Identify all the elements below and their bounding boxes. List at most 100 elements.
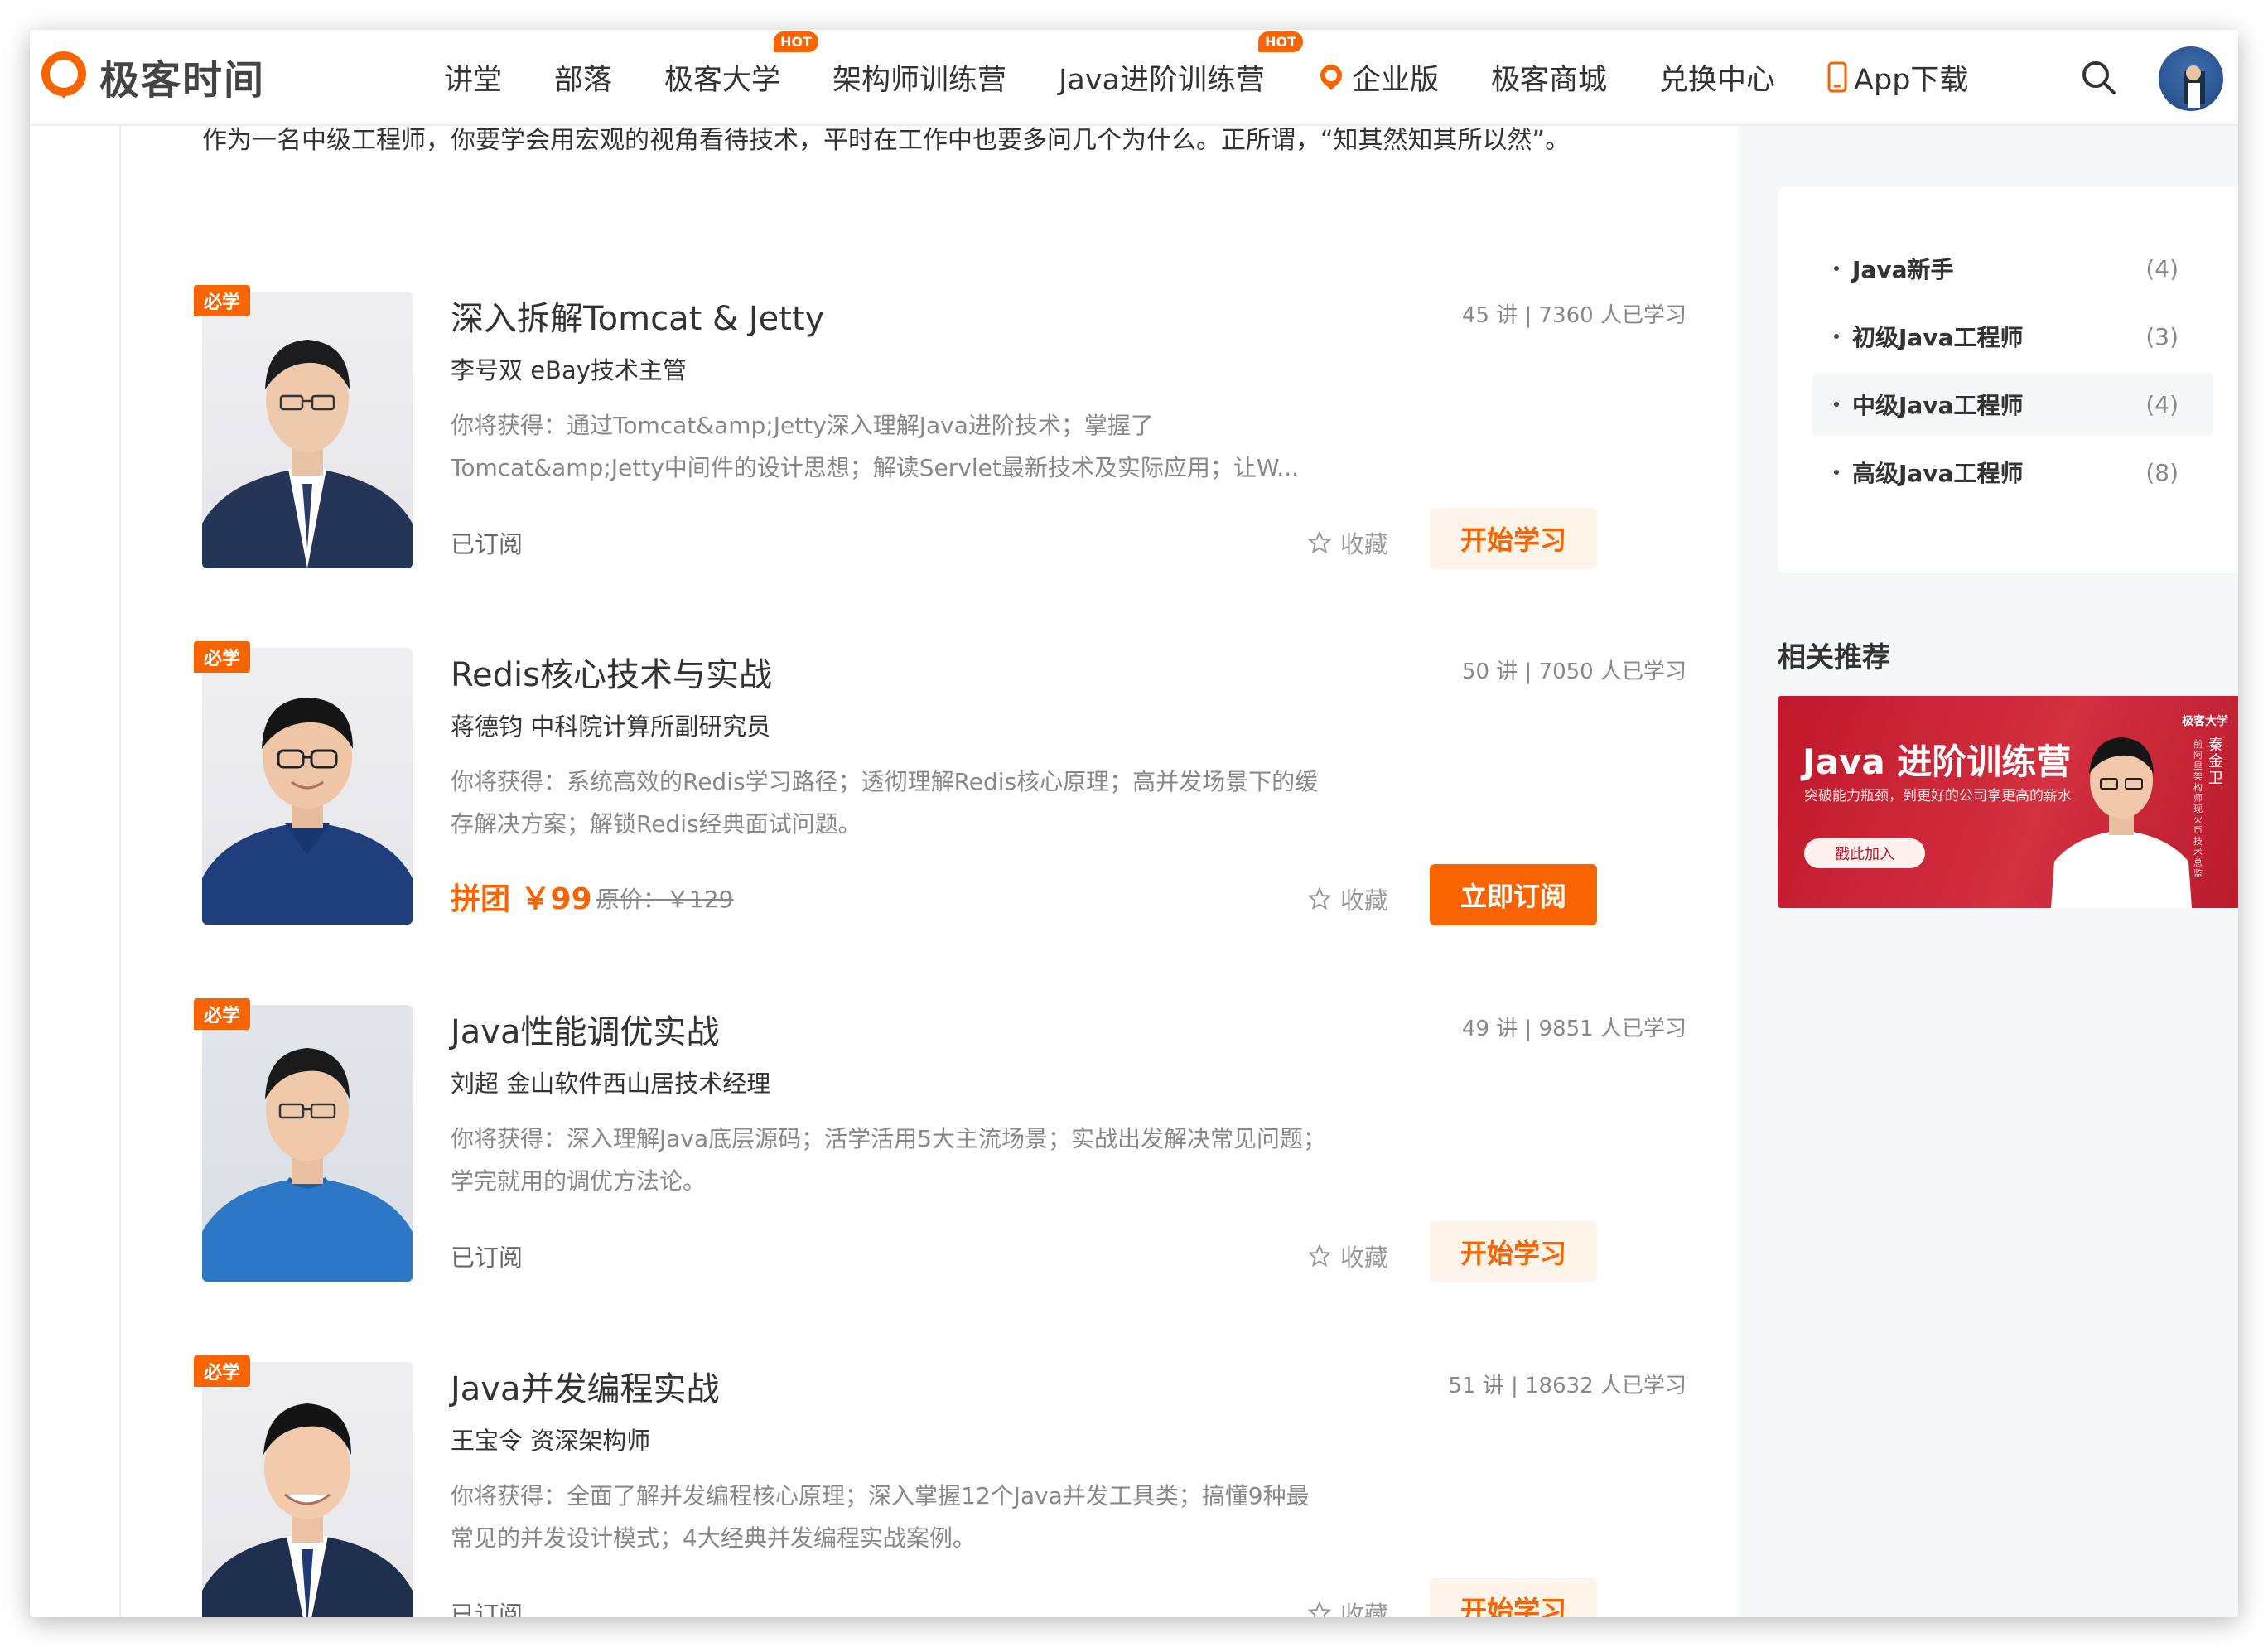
course-meta: 50 讲 | 7050 人已学习 [1461, 659, 1687, 684]
course-title[interactable]: Java性能调优实战 [451, 1005, 720, 1053]
nav-item-architect-camp[interactable]: 架构师训练营 [832, 56, 1006, 99]
banner-title: Java 进阶训练营 [1802, 741, 2072, 782]
start-learning-button[interactable]: 开始学习 [1430, 1221, 1597, 1282]
nav-item-lecture[interactable]: 讲堂 [444, 56, 502, 99]
course-card[interactable]: 必学 Java性能调优实战 49 讲 | 9851 人已学习 刘超 金山软件西山… [194, 998, 1710, 1283]
course-author: 蒋德钧 中科院计算所副研究员 [451, 712, 771, 741]
nav-item-tribe[interactable]: 部落 [554, 56, 612, 99]
nav-label: 极客大学 [664, 63, 781, 97]
top-nav-bar: 极客时间 讲堂 部落 极客大学 HOT 架构师训练营 Java进阶训练营 HOT 企… [30, 30, 2238, 126]
course-description: 你将获得：全面了解并发编程核心原理；深入掌握12个Java并发工具类；搞懂9种最… [451, 1482, 1310, 1552]
category-item-junior-java[interactable]: 初级Java工程师 (3) [1812, 305, 2213, 368]
start-learning-button[interactable]: 开始学习 [1430, 508, 1597, 569]
nav-item-university[interactable]: 极客大学 HOT [664, 31, 819, 99]
course-description: 你将获得：深入理解Java底层源码；活学活用5大主流场景；实战出发解决常见问题；… [451, 1125, 1326, 1195]
star-icon [1307, 1244, 1332, 1268]
start-learning-button[interactable]: 开始学习 [1430, 1578, 1597, 1617]
bullet-dot [1834, 266, 1839, 271]
course-card[interactable]: 必学 Redis核心技术与实战 50 讲 | 7050 人已学习 蒋德钧 中科院… [194, 641, 1710, 926]
instructor-photo [202, 698, 413, 925]
star-icon [1307, 1601, 1332, 1617]
subscription-status: 已订阅 [451, 1601, 524, 1617]
category-item-java-beginner[interactable]: Java新手 (4) [1812, 237, 2213, 300]
group-price: 拼团 ￥99 [451, 882, 592, 916]
category-label: 中级Java工程师 [1852, 392, 2024, 419]
course-cover[interactable] [202, 648, 413, 925]
subscription-status: 已订阅 [451, 530, 524, 558]
original-price: 原价：￥129 [596, 886, 734, 913]
search-icon[interactable] [2079, 58, 2119, 98]
nav-item-app-download[interactable]: App下载 [1827, 56, 1968, 99]
star-icon [1307, 886, 1332, 910]
course-title[interactable]: 深入拆解Tomcat & Jetty [451, 292, 824, 340]
right-sidebar: Java新手 (4) 初级Java工程师 (3) 中级Java工程师 (4) 高… [1738, 124, 2238, 1617]
favorite-label: 收藏 [1340, 886, 1389, 915]
banner-teacher-photo [2051, 737, 2192, 908]
category-count: (8) [2145, 458, 2179, 486]
course-card[interactable]: 必学 Java并发编程实战 51 讲 | 18632 人已学习 王宝令 资深架构… [194, 1355, 1710, 1617]
nav-label: 讲堂 [444, 63, 503, 97]
logo-icon [38, 51, 89, 102]
browser-page: 极客时间 讲堂 部落 极客大学 HOT 架构师训练营 Java进阶训练营 HOT 企… [30, 30, 2238, 1617]
course-title[interactable]: Redis核心技术与实战 [451, 648, 772, 696]
must-learn-badge: 必学 [194, 285, 251, 316]
course-cover[interactable] [202, 1005, 413, 1282]
instructor-photo [202, 1048, 413, 1282]
star-icon [1307, 530, 1332, 554]
category-card: Java新手 (4) 初级Java工程师 (3) 中级Java工程师 (4) 高… [1778, 187, 2238, 573]
nav-label: Java进阶训练营 [1059, 63, 1265, 97]
favorite-label: 收藏 [1340, 1601, 1389, 1617]
related-title: 相关推荐 [1778, 641, 1890, 674]
category-label: 初级Java工程师 [1852, 324, 2024, 351]
bullet-dot [1834, 334, 1839, 339]
phone-icon [1827, 61, 1847, 93]
course-author: 李号双 eBay技术主管 [451, 356, 687, 384]
course-description: 你将获得：通过Tomcat&amp;Jetty深入理解Java进阶技术；掌握了T… [451, 412, 1300, 481]
bullet-dot [1834, 402, 1839, 407]
nav-item-store[interactable]: 极客商城 [1491, 56, 1607, 99]
instructor-photo [202, 1403, 413, 1617]
must-learn-badge: 必学 [194, 641, 251, 673]
nav-label: 兑换中心 [1659, 63, 1776, 97]
course-list-column: 作为一名中级工程师，你要学会用宏观的视角看待技术，平时在工作中也要多问几个为什么… [119, 124, 1740, 1617]
banner-join-button[interactable]: 戳此加入 [1804, 838, 1925, 868]
main-nav: 讲堂 部落 极客大学 HOT 架构师训练营 Java进阶训练营 HOT 企业版 极客… [444, 30, 2020, 124]
subscribe-now-button[interactable]: 立即订阅 [1430, 864, 1597, 925]
favorite-button[interactable]: 收藏 [1307, 1596, 1388, 1617]
course-card[interactable]: 必学 深入拆解Tomcat & Jetty 45 讲 | 7360 人已学习 李… [194, 285, 1710, 570]
promo-banner[interactable]: Java 进阶训练营 突破能力瓶颈，到更好的公司拿更高的薪水 戳此加入 极客大学… [1778, 696, 2238, 908]
category-item-senior-java[interactable]: 高级Java工程师 (8) [1812, 441, 2213, 504]
favorite-button[interactable]: 收藏 [1307, 1239, 1388, 1273]
banner-teacher-name: 秦金卫 [2208, 737, 2223, 787]
nav-item-enterprise[interactable]: 企业版 [1317, 56, 1439, 99]
nav-item-java-camp[interactable]: Java进阶训练营 HOT [1059, 31, 1303, 99]
must-learn-badge: 必学 [194, 1355, 251, 1387]
category-count: (4) [2145, 254, 2179, 283]
course-cover[interactable] [202, 292, 413, 568]
category-label: 高级Java工程师 [1852, 460, 2024, 487]
course-meta: 45 讲 | 7360 人已学习 [1461, 303, 1687, 328]
nav-item-redeem[interactable]: 兑换中心 [1659, 56, 1775, 99]
logo-text: 极客时间 [99, 57, 266, 104]
category-count: (4) [2145, 390, 2179, 418]
nav-label: 部落 [554, 63, 613, 97]
favorite-button[interactable]: 收藏 [1307, 881, 1388, 916]
nav-label: 架构师训练营 [832, 63, 1007, 97]
enterprise-icon [1317, 63, 1345, 91]
hot-badge: HOT [774, 31, 819, 52]
logo[interactable]: 极客时间 [38, 41, 265, 111]
nav-label: 企业版 [1352, 63, 1440, 97]
favorite-label: 收藏 [1340, 530, 1389, 558]
subscription-status: 已订阅 [451, 1244, 524, 1272]
course-author: 王宝令 资深架构师 [451, 1427, 651, 1455]
category-count: (3) [2145, 322, 2179, 350]
banner-teacher-role: 前阿里架构师 现火币技术总监 [2193, 739, 2203, 879]
must-learn-badge: 必学 [194, 998, 251, 1030]
favorite-button[interactable]: 收藏 [1307, 525, 1388, 560]
favorite-label: 收藏 [1340, 1244, 1389, 1272]
category-label: Java新手 [1852, 256, 1954, 283]
course-title[interactable]: Java并发编程实战 [451, 1362, 720, 1410]
category-item-mid-java[interactable]: 中级Java工程师 (4) [1812, 373, 2213, 436]
course-cover[interactable] [202, 1362, 413, 1617]
user-avatar[interactable] [2159, 46, 2223, 111]
